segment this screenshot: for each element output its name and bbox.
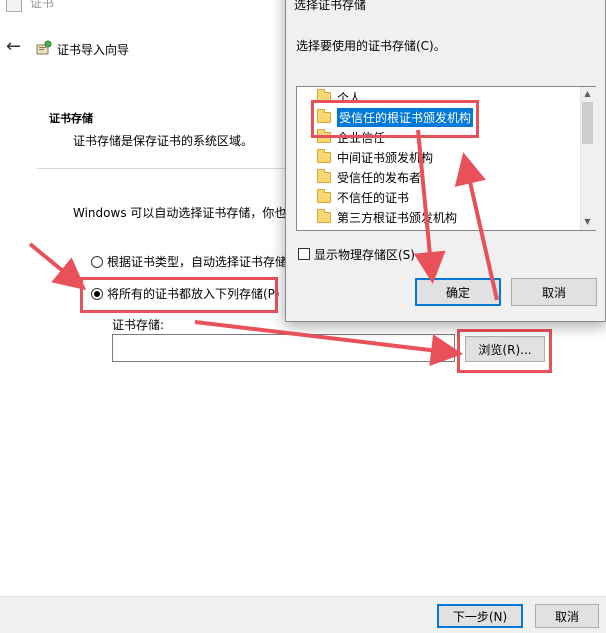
tree-item-trusted-publishers[interactable]: 受信任的发布者 xyxy=(317,167,421,187)
next-button[interactable]: 下一步(N) xyxy=(437,604,523,628)
radio-auto-select[interactable] xyxy=(91,256,103,268)
window-app-icon xyxy=(6,0,22,12)
tree-item-third-party-root[interactable]: 第三方根证书颁发机构 xyxy=(317,207,457,227)
cancel-button[interactable]: 取消 xyxy=(535,604,599,628)
wizard-heading: 证书导入向导 xyxy=(57,43,130,57)
ok-button[interactable]: 确定 xyxy=(415,278,501,306)
folder-icon xyxy=(317,168,331,183)
tree-item-untrusted[interactable]: 不信任的证书 xyxy=(317,187,409,207)
annotation-highlight-tree-item xyxy=(311,100,479,138)
back-arrow-icon[interactable]: ← xyxy=(6,38,21,56)
tree-item-label: 中间证书颁发机构 xyxy=(337,150,434,165)
certificate-store-field[interactable] xyxy=(112,334,455,362)
certificate-wizard-icon xyxy=(36,40,52,56)
arrow-to-radio xyxy=(28,242,87,291)
dialog-cancel-button[interactable]: 取消 xyxy=(511,278,597,306)
folder-icon xyxy=(317,188,331,203)
dialog-title: 选择证书存储 xyxy=(294,0,367,12)
folder-icon xyxy=(317,148,331,163)
folder-icon xyxy=(317,208,331,223)
tree-item-label: 第三方根证书颁发机构 xyxy=(337,210,458,225)
annotation-highlight-browse xyxy=(457,329,552,373)
show-physical-stores-label[interactable]: 显示物理存储区(S) xyxy=(314,246,415,263)
wizard-window-title: 证书 xyxy=(30,0,55,10)
certificate-store-label: 证书存储: xyxy=(112,318,165,332)
section-title: 证书存储 xyxy=(49,112,93,125)
auto-select-description: Windows 可以自动选择证书存储，你也 xyxy=(73,206,287,220)
dialog-prompt: 选择要使用的证书存储(C)。 xyxy=(296,39,446,53)
radio-auto-select-label[interactable]: 根据证书类型，自动选择证书存储 xyxy=(107,253,287,270)
tree-item-intermediate-ca[interactable]: 中间证书颁发机构 xyxy=(317,147,433,167)
scroll-thumb[interactable] xyxy=(582,102,593,144)
tree-item-label: 受信任的发布者 xyxy=(337,170,422,185)
scroll-up-icon[interactable]: ▲ xyxy=(580,88,595,100)
tree-item-label: 不信任的证书 xyxy=(337,190,410,205)
section-description: 证书存储是保存证书的系统区域。 xyxy=(73,134,254,148)
annotation-highlight-radio xyxy=(80,277,278,313)
scroll-down-icon[interactable]: ▼ xyxy=(580,216,595,228)
show-physical-stores-checkbox[interactable] xyxy=(298,248,310,260)
